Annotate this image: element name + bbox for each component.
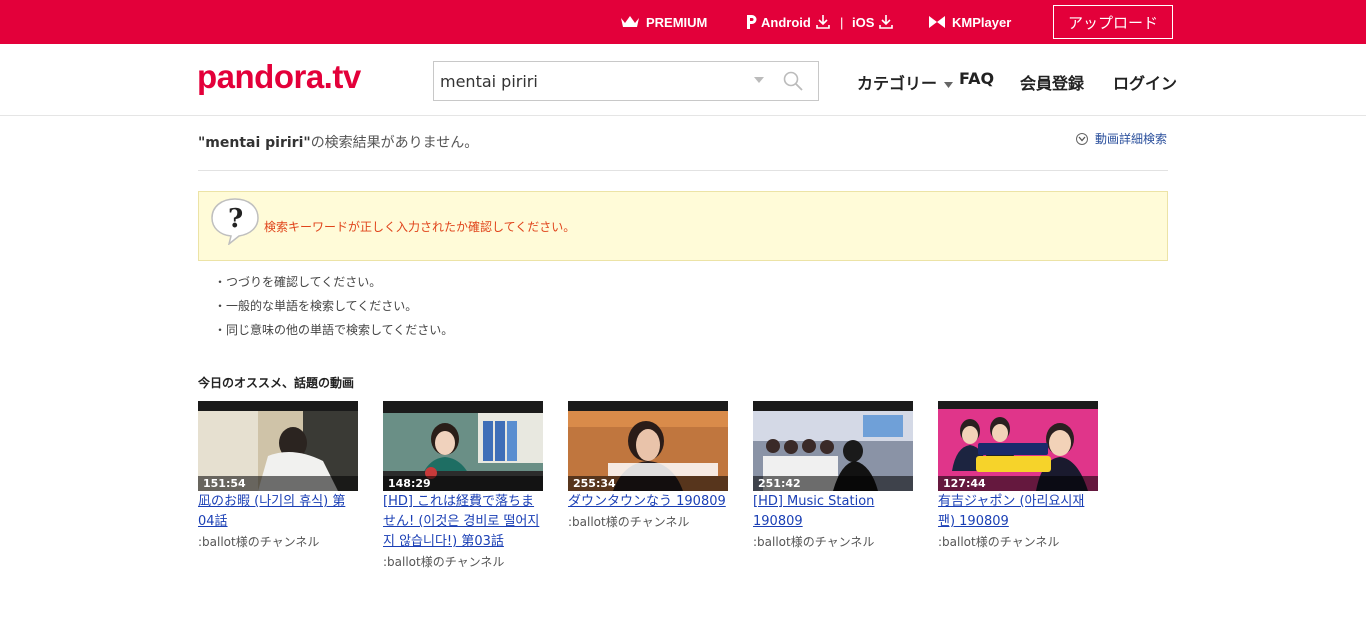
nav-faq[interactable]: FAQ	[959, 69, 994, 88]
search-icon[interactable]	[782, 70, 804, 92]
no-result-message: "mentai piriri"の検索結果がありません。	[198, 132, 478, 152]
pandora-p-icon	[747, 15, 757, 29]
no-result-suffix: の検索結果がありません。	[310, 135, 479, 151]
video-card: 151:54 凪のお暇 (나기의 휴식) 第04話 :ballot様のチャンネル	[198, 401, 358, 552]
nav-category-label: カテゴリー	[857, 74, 938, 93]
video-card: 127:44 有吉ジャポン (아리요시재팬) 190809 :ballot様のチ…	[938, 401, 1098, 552]
nav-signup[interactable]: 会員登録	[1020, 70, 1084, 94]
detail-search-label: 動画詳細検索	[1095, 132, 1168, 146]
notice-text: 検索キーワードが正しく入力されたか確認してください。	[264, 220, 576, 234]
video-card: 148:29 [HD] これは経費で落ちません! (이것은 경비로 떨어지지 않…	[383, 401, 543, 572]
topbar-separator: |	[840, 14, 844, 30]
premium-label: PREMIUM	[646, 14, 708, 30]
video-thumbnail[interactable]: 255:34	[568, 401, 728, 491]
chevron-down-circle-icon	[1076, 132, 1088, 145]
video-channel: :ballot様のチャンネル	[753, 535, 875, 549]
search-input[interactable]	[434, 62, 734, 100]
kmplayer-label: KMPlayer	[952, 14, 1012, 30]
video-duration: 148:29	[383, 476, 543, 491]
chevron-down-icon	[943, 81, 953, 88]
upload-button[interactable]: アップロード	[1053, 5, 1173, 39]
ios-download-link[interactable]: iOS	[852, 0, 900, 44]
kmplayer-link[interactable]: KMPlayer	[928, 0, 1011, 44]
video-duration: 255:34	[568, 476, 728, 491]
ios-label: iOS	[852, 14, 875, 30]
site-logo[interactable]: pandora.tv	[197, 58, 361, 96]
video-duration: 127:44	[938, 476, 1098, 491]
question-bubble-icon: ?	[211, 198, 259, 245]
tip-item: ・一般的な単語を検索してください。	[214, 299, 418, 313]
video-channel: :ballot様のチャンネル	[938, 535, 1060, 549]
recommend-title: 今日のオススメ、話題の動画	[198, 376, 355, 390]
video-channel: :ballot様のチャンネル	[198, 535, 320, 549]
premium-link[interactable]: PREMIUM	[620, 0, 707, 44]
svg-text:?: ?	[228, 204, 243, 234]
search-tips: ・つづりを確認してください。 ・一般的な単語を検索してください。 ・同じ意味の他…	[214, 274, 453, 346]
video-duration: 251:42	[753, 476, 913, 491]
video-title-link[interactable]: 有吉ジャポン (아리요시재팬) 190809	[938, 492, 1098, 532]
video-channel: :ballot様のチャンネル	[568, 515, 690, 529]
tip-item: ・同じ意味の他の単語で検索してください。	[214, 323, 454, 337]
android-download-link[interactable]: Android	[746, 0, 831, 44]
notice-box: ? 検索キーワードが正しく入力されたか確認してください。	[198, 191, 1168, 261]
video-card: 255:34 ダウンタウンなう 190809 :ballot様のチャンネル	[568, 401, 728, 532]
nav-category[interactable]: カテゴリー	[857, 70, 953, 94]
video-channel: :ballot様のチャンネル	[383, 555, 505, 569]
chevron-down-icon[interactable]	[753, 76, 765, 84]
search-query: "mentai piriri"	[198, 135, 311, 151]
video-thumbnail[interactable]: 148:29	[383, 401, 543, 491]
search-box	[433, 61, 819, 101]
detail-search-link[interactable]: 動画詳細検索	[1076, 130, 1167, 147]
crown-icon	[621, 16, 639, 27]
video-card: 251:42 [HD] Music Station 190809 :ballot…	[753, 401, 913, 552]
video-title-link[interactable]: [HD] Music Station 190809	[753, 492, 913, 532]
kmplayer-icon	[929, 16, 945, 28]
download-icon	[879, 15, 894, 29]
android-label: Android	[761, 14, 811, 30]
divider	[198, 170, 1168, 171]
download-icon	[816, 15, 830, 29]
video-title-link[interactable]: 凪のお暇 (나기의 휴식) 第04話	[198, 492, 358, 532]
tip-item: ・つづりを確認してください。	[214, 275, 382, 289]
video-thumbnail[interactable]: 127:44	[938, 401, 1098, 491]
video-thumbnail[interactable]: 151:54	[198, 401, 358, 491]
video-title-link[interactable]: [HD] これは経費で落ちません! (이것은 경비로 떨어지지 않습니다!) 第…	[383, 492, 543, 552]
video-thumbnail[interactable]: 251:42	[753, 401, 913, 491]
header: pandora.tv カテゴリー FAQ 会員登録 ログイン	[0, 44, 1366, 116]
top-bar: PREMIUM Android | iOS KMPlayer アップロード	[0, 0, 1366, 44]
video-title-link[interactable]: ダウンタウンなう 190809	[568, 492, 728, 512]
nav-login[interactable]: ログイン	[1113, 70, 1177, 94]
video-duration: 151:54	[198, 476, 358, 491]
